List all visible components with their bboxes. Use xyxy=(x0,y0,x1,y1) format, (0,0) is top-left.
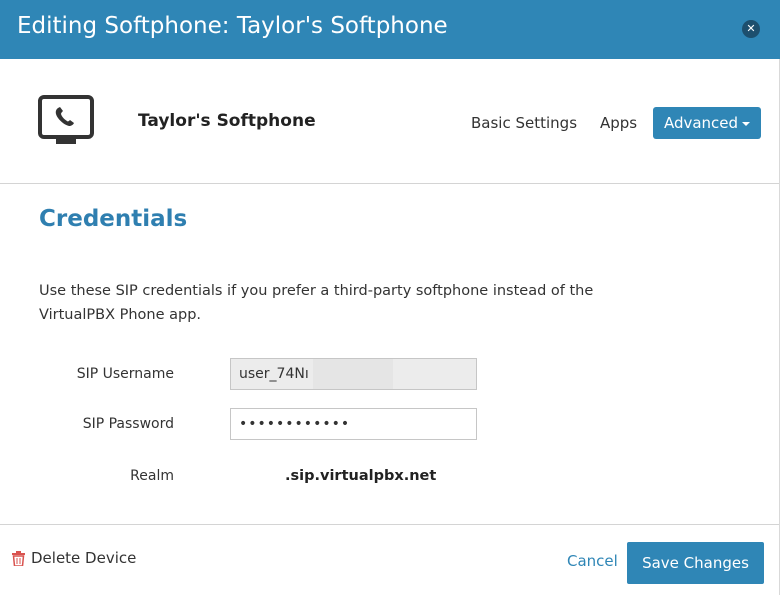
sip-password-field[interactable] xyxy=(230,408,477,440)
divider xyxy=(0,183,779,184)
sip-username-label: SIP Username xyxy=(76,366,174,382)
delete-device-label: Delete Device xyxy=(31,549,137,567)
tab-basic-settings[interactable]: Basic Settings xyxy=(471,114,577,132)
device-header: Taylor's Softphone Basic Settings Apps A… xyxy=(0,59,779,184)
softphone-monitor-icon xyxy=(38,95,94,144)
section-description: Use these SIP credentials if you prefer … xyxy=(39,283,594,323)
trash-icon xyxy=(12,550,25,566)
close-icon[interactable]: ✕ xyxy=(742,20,760,38)
advanced-dropdown-button[interactable]: Advanced xyxy=(653,107,761,139)
realm-label: Realm xyxy=(130,468,174,484)
advanced-label: Advanced xyxy=(663,114,739,132)
realm-value: .sip.virtualpbx.net xyxy=(285,468,437,484)
dialog-border xyxy=(779,59,780,595)
caret-down-icon xyxy=(742,121,751,126)
delete-device-button[interactable]: Delete Device xyxy=(12,549,136,567)
sip-password-label: SIP Password xyxy=(82,416,174,432)
save-changes-button[interactable]: Save Changes xyxy=(627,542,764,584)
redaction-overlay xyxy=(313,359,393,389)
dialog-titlebar: Editing Softphone: Taylor's Softphone ✕ xyxy=(0,0,780,59)
divider xyxy=(0,524,779,525)
tab-apps[interactable]: Apps xyxy=(600,114,637,132)
dialog-title: Editing Softphone: Taylor's Softphone xyxy=(17,13,448,39)
section-title: Credentials xyxy=(39,206,188,232)
cancel-button[interactable]: Cancel xyxy=(567,552,618,570)
device-name: Taylor's Softphone xyxy=(138,111,316,131)
